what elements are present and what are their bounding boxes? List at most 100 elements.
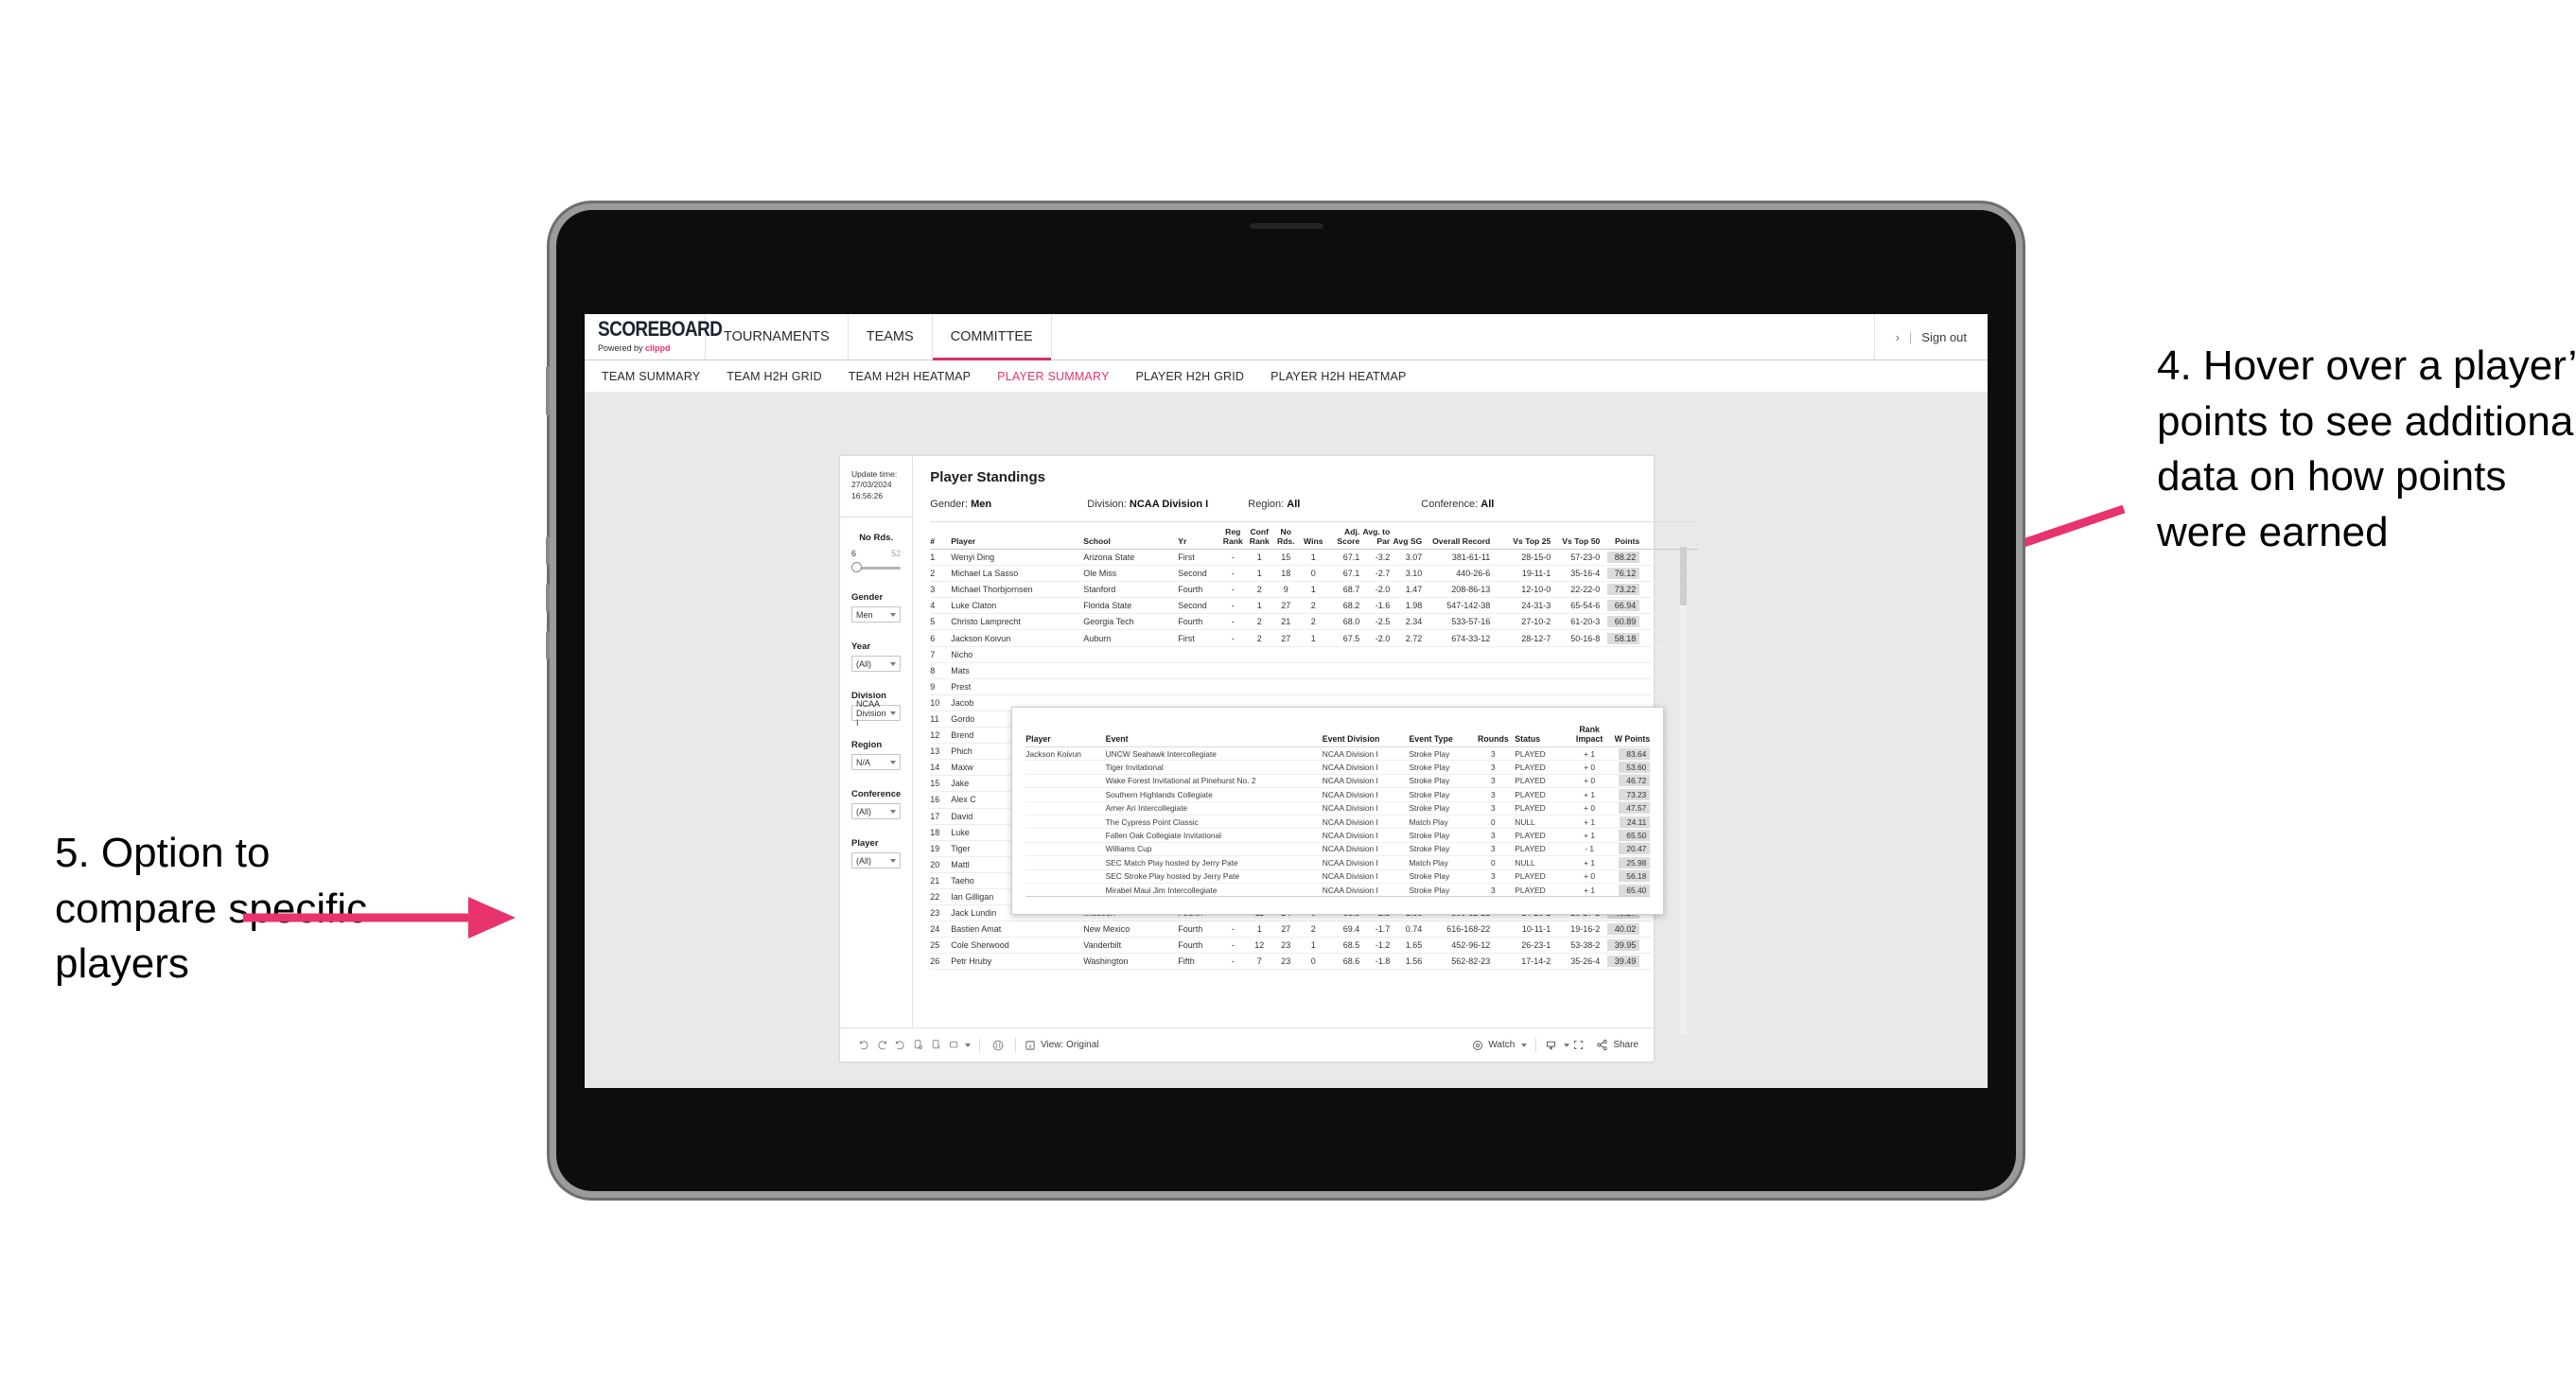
- table-row[interactable]: 2 Michael La Sasso Ole Miss Second - 1 18 0 67.1…: [930, 566, 1699, 583]
- subnav-item-player-h2h-grid[interactable]: PLAYER H2H GRID: [1136, 370, 1245, 383]
- col-vs-top-50[interactable]: Vs Top 50: [1551, 536, 1600, 547]
- subnav-item-player-summary[interactable]: PLAYER SUMMARY: [997, 370, 1109, 383]
- cell-points[interactable]: 39.49: [1600, 956, 1640, 968]
- subnav-item-player-h2h-heatmap[interactable]: PLAYER H2H HEATMAP: [1270, 370, 1406, 383]
- points-value[interactable]: 73.22: [1606, 584, 1640, 596]
- cell-wins: 2: [1310, 617, 1316, 627]
- col-adj-score[interactable]: Adj. Score: [1327, 527, 1359, 547]
- filter-region-select[interactable]: N/A: [851, 754, 902, 771]
- cell-player[interactable]: Luke Claton: [951, 601, 1083, 610]
- brand-logo[interactable]: SCOREBOARD Powered by clippd: [585, 314, 723, 360]
- cell-player[interactable]: Prest: [951, 682, 1083, 692]
- cell-points[interactable]: 66.94: [1600, 600, 1640, 612]
- cell-player[interactable]: Michael Thorbjornsen: [951, 585, 1083, 594]
- col-school[interactable]: School: [1083, 536, 1178, 547]
- table-row[interactable]: 4 Luke Claton Florida State Second - 1 27 2 68.2…: [930, 598, 1699, 615]
- cell-adj-score: 68.0: [1342, 617, 1360, 627]
- table-row[interactable]: 8 Mats: [930, 663, 1699, 679]
- subnav-item-team-h2h-grid[interactable]: TEAM H2H GRID: [727, 370, 822, 383]
- subnav-item-team-summary[interactable]: TEAM SUMMARY: [602, 370, 700, 383]
- table-row[interactable]: 7 Nicho: [930, 647, 1699, 663]
- col-player[interactable]: Player: [951, 536, 1083, 547]
- cell-player[interactable]: Cole Sherwood: [951, 940, 1083, 950]
- scrollbar-thumb[interactable]: [1680, 547, 1688, 605]
- cell-player[interactable]: Nicho: [951, 650, 1083, 659]
- export-chevron-down-icon[interactable]: [965, 1043, 971, 1047]
- fullscreen-icon[interactable]: [1569, 1037, 1587, 1053]
- cell-points[interactable]: 39.95: [1600, 939, 1640, 952]
- col-no-rds[interactable]: No Rds.: [1272, 527, 1299, 547]
- table-row[interactable]: 3 Michael Thorbjornsen Stanford Fourth -2 9 1 6…: [930, 582, 1699, 599]
- table-row[interactable]: 26 Petr Hruby Washington Fifth - 7 23 0 68.6 -1.8…: [930, 954, 1699, 971]
- user-menu-icon[interactable]: ›: [1896, 330, 1900, 344]
- table-row[interactable]: 25 Cole Sherwood Vanderbilt Fourth - 12 23 1 68.…: [930, 938, 1699, 955]
- refresh-data-icon[interactable]: [909, 1037, 927, 1053]
- points-value[interactable]: 66.94: [1606, 600, 1640, 612]
- undo-icon[interactable]: [855, 1037, 873, 1053]
- table-row[interactable]: 1 Wenyi Ding Arizona State First - 1 15 1 67.1 -3…: [930, 550, 1699, 567]
- table-row[interactable]: 24 Bastien Amat New Mexico Fourth - 1 27 2 69.4 -…: [930, 921, 1699, 939]
- filter-gender-select[interactable]: Men: [851, 606, 902, 623]
- col-avg-to-par[interactable]: Avg. to Par: [1359, 527, 1390, 547]
- no-rounds-slider[interactable]: [851, 562, 902, 573]
- filter-conference-select[interactable]: (All): [851, 803, 902, 820]
- cell-player[interactable]: Christo Lamprecht: [951, 617, 1083, 626]
- col-conf-rank[interactable]: Conf Rank: [1246, 527, 1272, 547]
- download-button[interactable]: [1545, 1039, 1570, 1051]
- cell-conf-rank: 2: [1256, 617, 1262, 627]
- cell-player[interactable]: Wenyi Ding: [951, 553, 1083, 562]
- points-value[interactable]: 39.49: [1606, 956, 1640, 968]
- points-value[interactable]: 76.12: [1606, 568, 1640, 580]
- col-points[interactable]: Points: [1600, 536, 1639, 547]
- table-row[interactable]: 5 Christo Lamprecht Georgia Tech Fourth - 2 21…: [930, 614, 1699, 631]
- slider-handle[interactable]: [851, 562, 862, 573]
- export-icon[interactable]: [945, 1037, 963, 1053]
- table-row[interactable]: 6 Jackson Koivun Auburn First - 2 27 1 67.5 -2.0 2…: [930, 630, 1699, 647]
- topnav-item-committee[interactable]: COMMITTEE: [932, 314, 1052, 360]
- share-button[interactable]: Share: [1596, 1039, 1638, 1051]
- cell-points[interactable]: 76.12: [1600, 568, 1640, 580]
- tooltip-cell-type: Stroke Play: [1409, 763, 1450, 773]
- points-value[interactable]: 88.22: [1606, 552, 1640, 564]
- cell-player[interactable]: Mats: [951, 666, 1083, 675]
- col-wins[interactable]: Wins: [1299, 536, 1327, 547]
- col-yr[interactable]: Yr: [1178, 536, 1219, 547]
- watch-chevron-down-icon[interactable]: [1521, 1043, 1528, 1047]
- revert-icon[interactable]: [891, 1037, 909, 1053]
- cell-points[interactable]: 88.22: [1600, 552, 1640, 564]
- points-value[interactable]: 60.89: [1606, 616, 1640, 628]
- cell-player[interactable]: Petr Hruby: [951, 956, 1083, 966]
- table-scrollbar[interactable]: [1680, 547, 1688, 1034]
- table-row[interactable]: 9 Prest: [930, 679, 1699, 695]
- tooltip-row: Tiger Invitational NCAA Division I Stroke …: [1025, 761, 1651, 775]
- cell-player[interactable]: Michael La Sasso: [951, 569, 1083, 578]
- highlight-icon[interactable]: [989, 1037, 1007, 1053]
- points-value[interactable]: 40.02: [1606, 923, 1640, 936]
- col-rank[interactable]: #: [930, 536, 951, 547]
- filter-year-select[interactable]: (All): [851, 656, 902, 673]
- col-reg-rank[interactable]: Reg Rank: [1219, 527, 1246, 547]
- slider-track[interactable]: [855, 567, 902, 570]
- sign-out-link[interactable]: Sign out: [1921, 330, 1967, 344]
- points-value[interactable]: 58.18: [1606, 632, 1640, 644]
- topnav-item-tournaments[interactable]: TOURNAMENTS: [706, 314, 849, 360]
- filter-division-select[interactable]: NCAA Division I: [851, 699, 902, 728]
- cell-player[interactable]: Bastien Amat: [951, 924, 1083, 934]
- filter-player-select[interactable]: (All): [851, 852, 902, 869]
- watch-button[interactable]: Watch: [1472, 1040, 1528, 1051]
- topnav-item-teams[interactable]: TEAMS: [849, 314, 933, 360]
- cell-points[interactable]: 60.89: [1600, 616, 1640, 628]
- cell-points[interactable]: 58.18: [1600, 632, 1640, 644]
- subnav-item-team-h2h-heatmap[interactable]: TEAM H2H HEATMAP: [849, 370, 971, 383]
- cell-points[interactable]: 73.22: [1600, 584, 1640, 596]
- col-vs-top-25[interactable]: Vs Top 25: [1496, 536, 1551, 547]
- arrow-left: [243, 897, 516, 939]
- pause-updates-icon[interactable]: [927, 1037, 945, 1053]
- cell-player[interactable]: Jackson Koivun: [951, 634, 1083, 643]
- cell-points[interactable]: 40.02: [1600, 923, 1640, 936]
- view-original-button[interactable]: a View: Original: [1025, 1040, 1099, 1051]
- col-avg-sg[interactable]: Avg SG: [1390, 536, 1423, 547]
- points-value[interactable]: 39.95: [1606, 939, 1640, 952]
- col-overall-record[interactable]: Overall Record: [1422, 536, 1496, 547]
- redo-icon[interactable]: [873, 1037, 891, 1053]
